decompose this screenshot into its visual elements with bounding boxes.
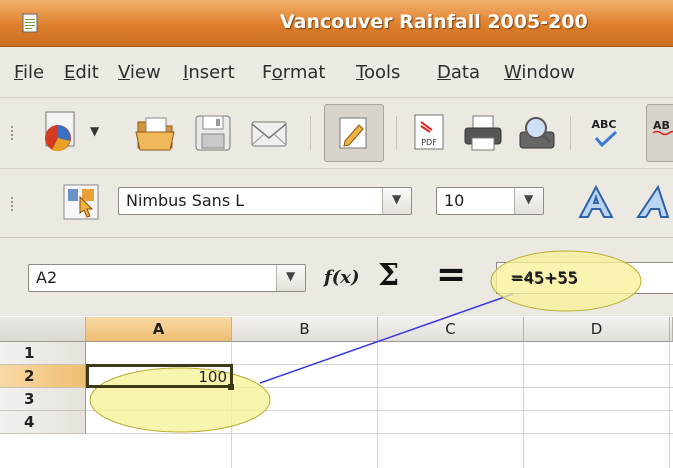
fontwork-italic-icon[interactable] [634, 183, 673, 223]
sum-button[interactable]: Σ [378, 258, 399, 293]
menu-view[interactable]: View [118, 62, 161, 83]
chevron-down-icon: ▼ [392, 192, 402, 206]
toolbar-grip-icon[interactable] [11, 197, 15, 211]
menu-bar: File Edit View Insert Format Tools Data … [0, 47, 673, 98]
print-icon[interactable] [462, 112, 504, 154]
formula-text-overlay: =45+55 [510, 268, 578, 287]
formatting-toolbar: Nimbus Sans L ▼ 10 ▼ [0, 169, 673, 238]
font-size-combobox[interactable]: 10 ▼ [436, 187, 544, 215]
name-box[interactable]: A2 ▼ [28, 264, 306, 292]
cell-a1[interactable] [86, 342, 232, 365]
spreadsheet-grid[interactable]: A B C D 1 2 3 4 [0, 317, 673, 468]
grid-line [523, 342, 524, 468]
toolbar-separator [396, 116, 397, 150]
menu-window[interactable]: Window [504, 62, 575, 83]
print-preview-icon[interactable] [516, 112, 558, 154]
standard-toolbar: ▼ PDF ABC AB [0, 98, 673, 169]
font-size-dropdown-button[interactable]: ▼ [514, 188, 543, 214]
row-header-3[interactable]: 3 [0, 388, 86, 411]
spellcheck-label: ABC [592, 118, 617, 131]
menu-tools[interactable]: Tools [356, 62, 400, 83]
grid-line [377, 342, 378, 468]
edit-mode-button[interactable] [324, 104, 384, 162]
styles-formatting-icon[interactable] [62, 183, 100, 221]
font-name-value: Nimbus Sans L [126, 191, 245, 210]
row-header-2[interactable]: 2 [0, 365, 86, 388]
menu-data[interactable]: Data [437, 62, 480, 83]
export-pdf-icon[interactable]: PDF [410, 112, 450, 154]
auto-spellcheck-label: AB [653, 119, 670, 132]
app-icon[interactable] [22, 13, 38, 33]
column-header-a[interactable]: A [86, 317, 232, 342]
auto-spellcheck-icon: AB [652, 119, 673, 136]
auto-spellcheck-button[interactable]: AB [646, 104, 673, 162]
grid-line [86, 433, 673, 434]
fontwork-icon[interactable] [574, 183, 622, 223]
window-title: Vancouver Rainfall 2005-200 [280, 11, 588, 33]
grid-line [669, 342, 670, 468]
menu-file[interactable]: File [14, 62, 44, 83]
function-button[interactable]: = [436, 254, 466, 295]
menu-format[interactable]: Format [262, 62, 325, 83]
font-name-dropdown-button[interactable]: ▼ [382, 188, 411, 214]
chevron-down-icon: ▼ [524, 192, 534, 206]
spellcheck-icon[interactable]: ABC [584, 112, 626, 154]
email-icon[interactable] [248, 112, 290, 154]
cell-a2-value: 100 [198, 368, 227, 386]
row-header-1[interactable]: 1 [0, 342, 86, 365]
edit-file-icon [339, 117, 367, 149]
function-wizard-button[interactable]: f(x) [324, 267, 360, 288]
row-header-4[interactable]: 4 [0, 411, 86, 434]
new-dropdown-arrow-icon[interactable]: ▼ [90, 124, 99, 138]
column-header-c[interactable]: C [378, 317, 524, 342]
toolbar-separator [310, 116, 311, 150]
select-all-corner[interactable] [0, 317, 86, 342]
chevron-down-icon: ▼ [286, 269, 296, 283]
save-icon[interactable] [192, 112, 234, 154]
toolbar-separator [570, 116, 571, 150]
cell-a2[interactable]: 100 [86, 364, 233, 388]
menu-edit[interactable]: Edit [64, 62, 99, 83]
new-document-icon[interactable] [38, 110, 86, 156]
column-header-b[interactable]: B [232, 317, 378, 342]
font-size-value: 10 [444, 191, 465, 210]
open-folder-icon[interactable] [134, 112, 178, 154]
column-header-d[interactable]: D [524, 317, 670, 342]
title-bar: Vancouver Rainfall 2005-200 [0, 0, 673, 47]
toolbar-grip-icon[interactable] [11, 126, 15, 140]
pdf-label: PDF [421, 138, 437, 147]
menu-insert[interactable]: Insert [183, 62, 235, 83]
cell-a3[interactable] [86, 388, 232, 411]
name-box-value: A2 [36, 268, 58, 287]
fill-handle[interactable] [228, 384, 234, 390]
name-box-dropdown-button[interactable]: ▼ [276, 265, 305, 291]
font-name-combobox[interactable]: Nimbus Sans L ▼ [118, 187, 412, 215]
